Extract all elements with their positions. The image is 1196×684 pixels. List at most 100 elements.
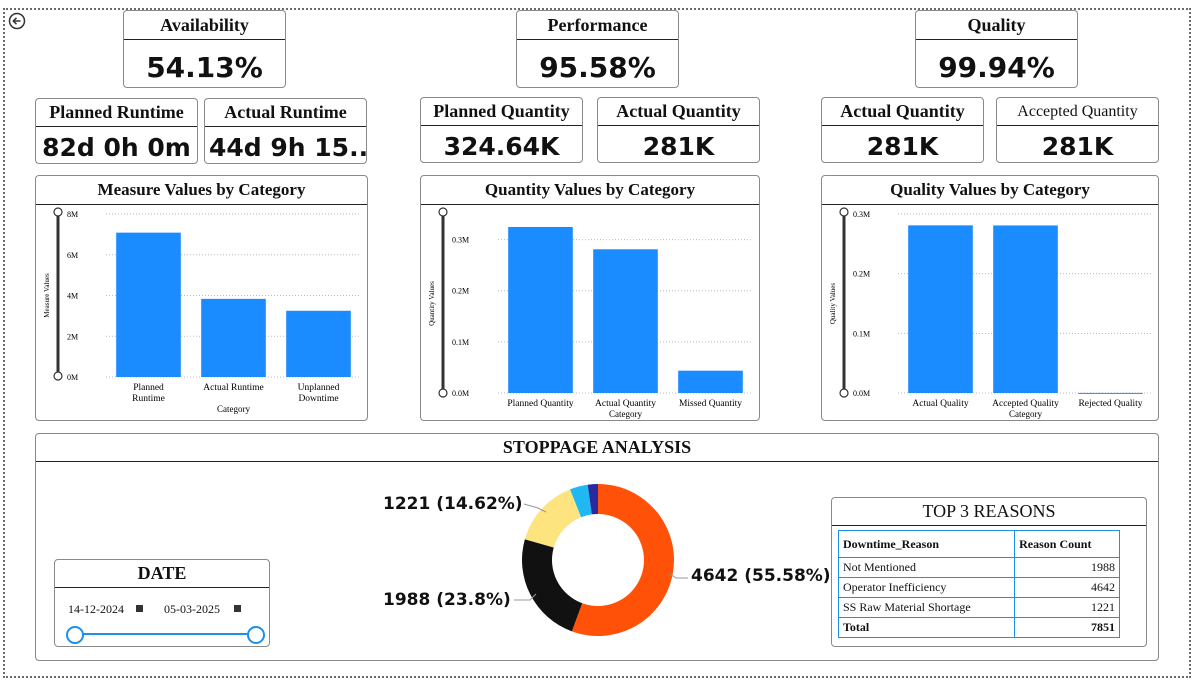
quality-value: 99.94%	[938, 51, 1055, 84]
y-tick-label: 6M	[67, 251, 78, 260]
y-tick-label: 0.3M	[452, 236, 469, 245]
top-reasons-card: TOP 3 REASONS Downtime_Reason Reason Cou…	[831, 497, 1147, 647]
count-cell: 4642	[1014, 577, 1120, 598]
reason-cell: Operator Inefficiency	[837, 577, 1016, 598]
column-header-count[interactable]: Reason Count	[1014, 530, 1120, 558]
donut-slice[interactable]	[522, 539, 583, 632]
planned-runtime-label: Planned Runtime	[36, 99, 197, 127]
y-tick-label: 0.2M	[452, 287, 469, 296]
donut-slice[interactable]	[524, 489, 582, 548]
reason-cell: SS Raw Material Shortage	[837, 597, 1016, 618]
bar[interactable]	[201, 298, 266, 377]
quantity-bar-chart: Quantity Values 0.0M 0.1M 0.2M 0.3M Planned Q…	[428, 207, 753, 419]
quantity-chart-title: Quantity Values by Category	[421, 176, 759, 205]
y-tick-label: 0.1M	[853, 329, 870, 338]
planned-quantity-card: Planned Quantity 324.64K	[420, 97, 583, 163]
availability-label: Availability	[124, 11, 285, 40]
x-tick-label: Actual Quality	[912, 399, 968, 409]
y-tick-label: 2M	[67, 332, 78, 341]
date-range-end-handle[interactable]	[247, 626, 265, 644]
date-slicer: DATE 14-12-2024 05-03-2025	[54, 559, 270, 647]
start-date-input[interactable]: 14-12-2024	[63, 598, 149, 620]
actual-runtime-label: Actual Runtime	[205, 99, 366, 127]
axis-slider-handle[interactable]	[53, 207, 63, 217]
actual-quantity-value: 281K	[642, 132, 715, 161]
donut-label-1988: 1988 (23.8%)	[383, 590, 511, 610]
x-tick-label: Planned Quantity	[507, 399, 573, 409]
bar[interactable]	[593, 249, 658, 393]
measure-bar-chart: Measure Values 0M 2M 4M 6M 8M PlannedRuntime Ac…	[43, 207, 361, 414]
x-tick-label: Downtime	[298, 394, 338, 404]
x-tick-label: Rejected Quality	[1078, 399, 1142, 409]
x-tick-label: Unplanned	[298, 383, 340, 393]
y-axis-label: Measure Values	[43, 273, 51, 318]
y-tick-label: 0.0M	[853, 389, 870, 398]
planned-runtime-value: 82d 0h 0m	[42, 133, 191, 162]
x-axis-label: Category	[609, 409, 642, 419]
bar[interactable]	[678, 370, 743, 393]
table-row[interactable]: Operator Inefficiency 4642	[837, 577, 1120, 598]
planned-runtime-card: Planned Runtime 82d 0h 0m	[35, 98, 198, 164]
count-cell: 1988	[1014, 557, 1120, 578]
actual-quantity-quality-value: 281K	[866, 132, 939, 161]
quantity-chart-card: Quantity Values by Category Quantity Val…	[420, 175, 760, 421]
bar[interactable]	[116, 232, 181, 377]
count-cell: 1221	[1014, 597, 1120, 618]
measure-chart-card: Measure Values by Category Measure Value…	[35, 175, 368, 421]
actual-quantity-quality-card: Actual Quantity 281K	[821, 97, 984, 163]
x-tick-label: Missed Quantity	[679, 399, 742, 409]
y-axis-label: Quantity Values	[428, 281, 436, 326]
bar[interactable]	[993, 225, 1058, 393]
date-range-start-handle[interactable]	[66, 626, 84, 644]
axis-slider-handle[interactable]	[839, 207, 849, 217]
bar[interactable]	[1078, 392, 1143, 394]
date-range-track	[74, 633, 256, 635]
end-date-value: 05-03-2025	[164, 602, 220, 616]
y-tick-label: 4M	[67, 292, 78, 301]
axis-slider-handle[interactable]	[438, 207, 448, 217]
calendar-icon[interactable]	[234, 605, 241, 612]
y-tick-label: 0.3M	[853, 210, 870, 219]
table-header-row: Downtime_Reason Reason Count	[837, 530, 1120, 558]
date-title: DATE	[55, 560, 269, 588]
x-axis-label: Category	[217, 404, 250, 414]
bar[interactable]	[908, 225, 973, 393]
y-tick-label: 0.1M	[452, 338, 469, 347]
stoppage-donut-chart	[522, 484, 674, 636]
table-row[interactable]: SS Raw Material Shortage 1221	[837, 597, 1120, 618]
x-tick-label: Accepted Quality	[992, 399, 1059, 409]
column-header-reason[interactable]: Downtime_Reason	[837, 530, 1016, 558]
bar[interactable]	[286, 310, 351, 377]
quality-bar-chart: Quality Values 0.0M 0.1M 0.2M 0.3M Actual Qua…	[829, 207, 1153, 419]
back-arrow-icon[interactable]	[8, 12, 26, 30]
y-axis-label: Quality Values	[829, 283, 837, 325]
axis-slider-handle[interactable]	[839, 388, 849, 398]
axis-slider-handle[interactable]	[438, 388, 448, 398]
calendar-icon[interactable]	[136, 605, 143, 612]
quality-chart-title: Quality Values by Category	[822, 176, 1158, 205]
end-date-input[interactable]: 05-03-2025	[159, 598, 247, 620]
performance-label: Performance	[517, 11, 678, 40]
table-row[interactable]: Not Mentioned 1988	[837, 557, 1120, 578]
accepted-quantity-value: 281K	[1041, 132, 1114, 161]
x-tick-label: Actual Quantity	[595, 399, 656, 409]
actual-runtime-value: 44d 9h 15...	[209, 133, 366, 162]
actual-runtime-card: Actual Runtime 44d 9h 15...	[204, 98, 367, 164]
performance-value: 95.58%	[539, 51, 656, 84]
axis-slider-handle[interactable]	[53, 371, 63, 381]
reason-cell: Not Mentioned	[837, 557, 1016, 578]
y-tick-label: 8M	[67, 210, 78, 219]
planned-quantity-value: 324.64K	[443, 132, 560, 161]
measure-chart-title: Measure Values by Category	[36, 176, 367, 205]
y-tick-label: 0M	[67, 373, 78, 382]
quality-card: Quality 99.94%	[915, 10, 1078, 88]
availability-card: Availability 54.13%	[123, 10, 286, 88]
y-tick-label: 0.0M	[452, 389, 469, 398]
actual-quantity-card: Actual Quantity 281K	[597, 97, 760, 163]
x-tick-label: Actual Runtime	[203, 383, 263, 393]
performance-card: Performance 95.58%	[516, 10, 679, 88]
x-tick-label: Planned	[133, 383, 164, 393]
total-value: 7851	[1014, 617, 1120, 638]
accepted-quantity-card: Accepted Quantity 281K	[996, 97, 1159, 163]
bar[interactable]	[508, 226, 573, 393]
